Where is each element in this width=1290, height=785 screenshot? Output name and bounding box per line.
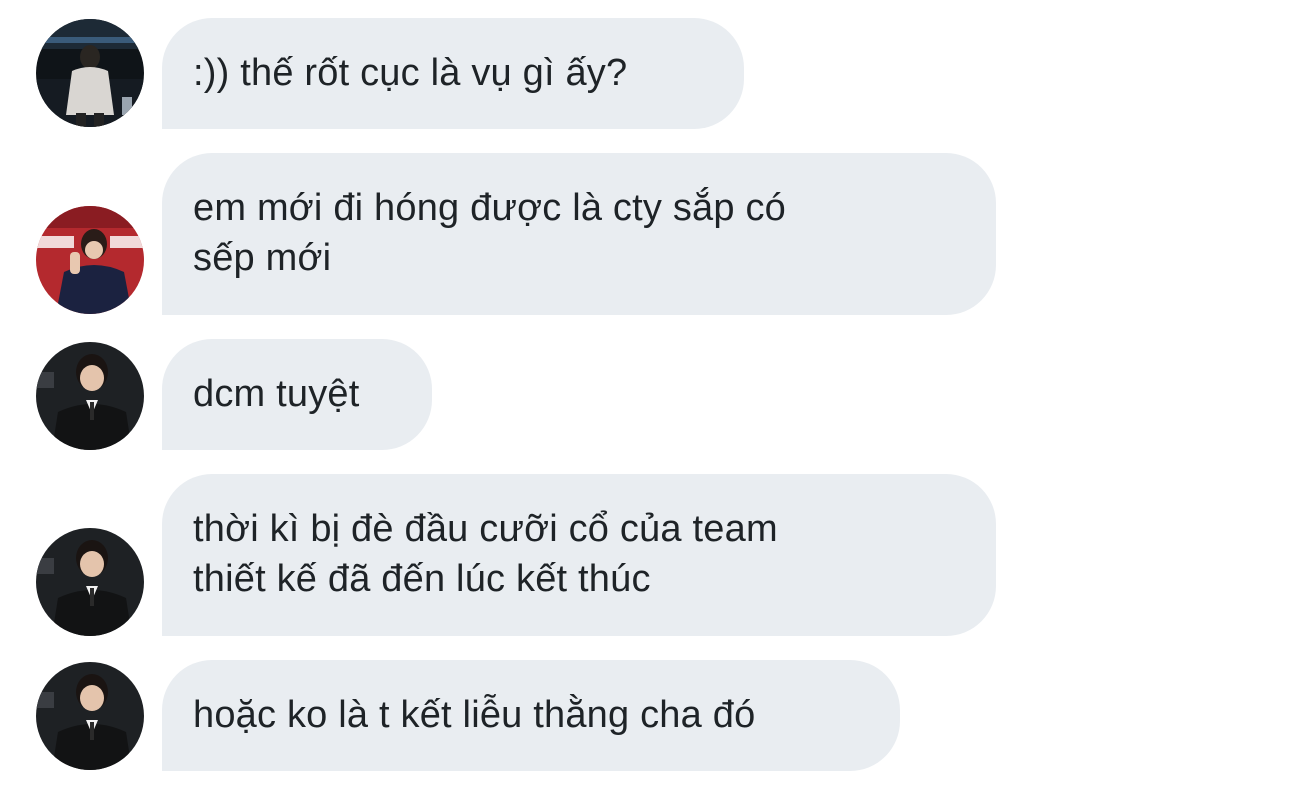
avatar[interactable] <box>36 342 144 450</box>
message-row: hoặc ko là t kết liễu thằng cha đó <box>0 660 1290 771</box>
message-bubble[interactable]: em mới đi hóng được là cty sắp có sếp mớ… <box>162 153 996 315</box>
avatar[interactable] <box>36 528 144 636</box>
avatar-photo-icon <box>36 206 144 314</box>
message-bubble[interactable]: :)) thế rốt cục là vụ gì ấy? <box>162 18 744 129</box>
message-row: dcm tuyệt <box>0 339 1290 450</box>
message-row: em mới đi hóng được là cty sắp có sếp mớ… <box>0 153 1290 315</box>
avatar-photo-icon <box>36 528 144 636</box>
avatar-photo-icon <box>36 342 144 450</box>
avatar-photo-icon <box>36 662 144 770</box>
avatar[interactable] <box>36 662 144 770</box>
message-bubble[interactable]: thời kì bị đè đầu cưỡi cổ của team thiết… <box>162 474 996 636</box>
avatar[interactable] <box>36 206 144 314</box>
avatar-photo-icon <box>36 19 144 127</box>
message-bubble[interactable]: hoặc ko là t kết liễu thằng cha đó <box>162 660 900 771</box>
message-row: :)) thế rốt cục là vụ gì ấy? <box>0 18 1290 129</box>
message-row: thời kì bị đè đầu cưỡi cổ của team thiết… <box>0 474 1290 636</box>
avatar[interactable] <box>36 19 144 127</box>
message-bubble[interactable]: dcm tuyệt <box>162 339 432 450</box>
chat-thread: :)) thế rốt cục là vụ gì ấy? em mới đi h… <box>0 0 1290 785</box>
